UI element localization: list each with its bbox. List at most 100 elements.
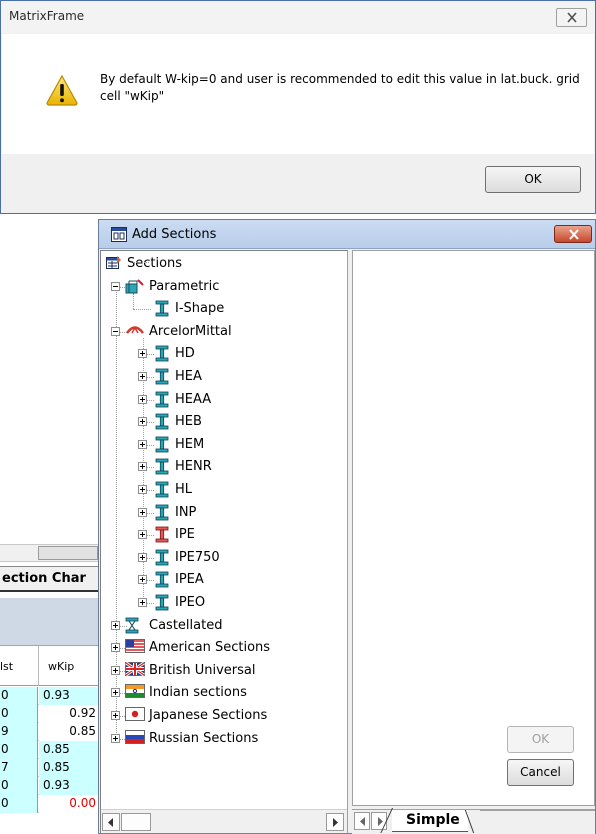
i-beam-icon (155, 504, 169, 524)
tree-node-label: HD (175, 346, 195, 362)
lst-cell[interactable]: 0 (0, 741, 38, 759)
tree-node-ipe750[interactable]: IPE750 (101, 547, 347, 569)
table-row[interactable]: 0 0.93 (0, 777, 100, 795)
tree-guide-line (147, 377, 154, 378)
lst-cell[interactable]: 0 (0, 687, 38, 705)
expand-icon[interactable] (138, 439, 147, 449)
collapse-icon[interactable] (111, 326, 120, 336)
expand-icon[interactable] (138, 372, 147, 381)
window-app-icon (111, 227, 127, 242)
tree-node-label: Japanese Sections (149, 708, 268, 723)
expand-icon[interactable] (111, 643, 120, 653)
expand-icon[interactable] (111, 711, 120, 720)
tree-node-arcelormittal[interactable]: ArcelorMittal (101, 321, 347, 343)
tab-bar: Simple (352, 809, 595, 834)
wkip-cell[interactable]: 0.85 (39, 741, 100, 759)
lst-cell[interactable]: 0 (0, 705, 38, 723)
expand-icon[interactable] (138, 507, 147, 517)
tree-node-ipea[interactable]: IPEA (101, 569, 347, 591)
scroll-right-button[interactable] (326, 813, 344, 831)
tree-node-ipe[interactable]: IPE (101, 524, 347, 546)
background-horizontal-scrollbar[interactable] (0, 544, 100, 562)
tree-scroll-thumb[interactable] (121, 813, 151, 831)
table-row[interactable]: 0 0.00 (0, 795, 100, 813)
message-box-ok-button[interactable]: OK (485, 166, 581, 193)
uk-flag-icon (125, 661, 145, 679)
tab-scroll-left-button[interactable] (354, 812, 370, 830)
background-scroll-thumb[interactable] (38, 546, 98, 560)
wkip-cell[interactable]: 0.85 (39, 759, 100, 777)
expand-icon[interactable] (138, 598, 147, 607)
tree-node-i-shape[interactable]: I-Shape (101, 298, 347, 320)
us-flag-icon (125, 639, 145, 656)
sections-tree[interactable]: Sections Parametric I-Shape ArcelorMittal HD… (101, 251, 347, 809)
tree-guide-line (133, 309, 151, 311)
table-row[interactable]: 9 0.85 (0, 723, 100, 741)
column-divider (38, 646, 39, 686)
table-row[interactable]: 0 0.93 (0, 687, 100, 705)
expand-icon[interactable] (111, 620, 120, 630)
expand-icon[interactable] (138, 530, 147, 540)
tree-node-label: IPE750 (175, 549, 220, 565)
collapse-icon[interactable] (111, 281, 120, 291)
expand-icon[interactable] (138, 485, 147, 494)
tree-node-heaa[interactable]: HEAA (101, 389, 347, 411)
tree-node-henr[interactable]: HENR (101, 456, 347, 478)
expand-icon[interactable] (138, 552, 147, 562)
tree-horizontal-scrollbar[interactable] (101, 809, 347, 833)
message-box-titlebar: MatrixFrame (1, 1, 595, 33)
wkip-cell[interactable]: 0.93 (39, 687, 100, 705)
tree-node-indian-sections[interactable]: Indian sections (101, 682, 347, 704)
tree-node-sections[interactable]: Sections (101, 253, 347, 275)
table-row[interactable]: 7 0.85 (0, 759, 100, 777)
tree-node-heb[interactable]: HEB (101, 411, 347, 433)
tree-node-russian-sections[interactable]: Russian Sections (101, 728, 347, 750)
expand-icon[interactable] (111, 688, 120, 698)
scroll-left-button[interactable] (102, 813, 120, 831)
castellated-beam-icon (125, 617, 139, 637)
cancel-button[interactable]: Cancel (507, 759, 574, 786)
lst-cell[interactable]: 7 (0, 759, 38, 777)
i-beam-icon (155, 368, 169, 388)
expand-icon[interactable] (138, 394, 147, 404)
grid-column-header: lst wKip (0, 646, 100, 686)
message-box-close-button[interactable] (556, 8, 587, 27)
wkip-cell[interactable]: 0.92 (39, 705, 100, 723)
tab-simple[interactable]: Simple (392, 810, 468, 832)
warning-icon (46, 74, 78, 106)
lst-cell[interactable]: 9 (0, 723, 38, 741)
tree-node-castellated[interactable]: Castellated (101, 615, 347, 637)
message-box-title: MatrixFrame (9, 9, 85, 23)
column-header-wkip[interactable]: wKip (48, 660, 74, 673)
lst-cell[interactable]: 0 (0, 795, 38, 813)
table-row[interactable]: 0 0.85 (0, 741, 100, 759)
lst-cell[interactable]: 0 (0, 777, 38, 795)
tree-node-hea[interactable]: HEA (101, 366, 347, 388)
expand-icon[interactable] (138, 575, 147, 585)
tree-node-ipeo[interactable]: IPEO (101, 592, 347, 614)
expand-icon[interactable] (138, 417, 147, 427)
tree-guide-line (133, 262, 149, 263)
tree-node-japanese-sections[interactable]: Japanese Sections (101, 705, 347, 727)
tree-node-british-universal[interactable]: British Universal (101, 660, 347, 682)
expand-icon[interactable] (138, 349, 147, 359)
add-sections-close-button[interactable] (554, 225, 592, 243)
tree-node-inp[interactable]: INP (101, 502, 347, 524)
table-row[interactable]: 0 0.92 (0, 705, 100, 723)
expand-icon[interactable] (138, 462, 147, 472)
column-header-lst[interactable]: lst (0, 660, 13, 673)
i-beam-icon (155, 300, 169, 320)
tree-node-label: Sections (127, 256, 183, 271)
wkip-cell[interactable]: 0.85 (39, 723, 100, 741)
wkip-cell[interactable]: 0.00 (39, 795, 100, 813)
tree-guide-line (147, 467, 154, 469)
i-beam-icon (155, 345, 169, 365)
expand-icon[interactable] (111, 733, 120, 743)
tree-node-parametric[interactable]: Parametric (101, 276, 347, 298)
expand-icon[interactable] (111, 665, 120, 675)
tree-node-american-sections[interactable]: American Sections (101, 637, 347, 659)
wkip-cell[interactable]: 0.93 (39, 777, 100, 795)
tree-node-hd[interactable]: HD (101, 343, 347, 365)
tree-node-hl[interactable]: HL (101, 479, 347, 501)
tree-node-hem[interactable]: HEM (101, 434, 347, 456)
